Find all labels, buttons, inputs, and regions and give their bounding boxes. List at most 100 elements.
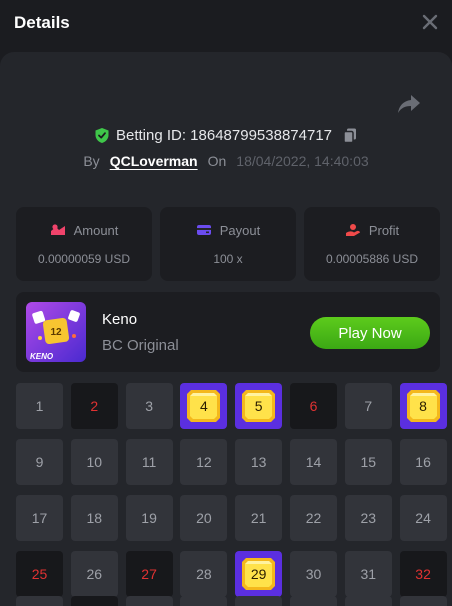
keno-cell-3[interactable]: 3 bbox=[125, 383, 173, 429]
keno-cell-partial bbox=[399, 596, 447, 606]
keno-cell-number: 18 bbox=[86, 510, 103, 526]
keno-cell-number: 8 bbox=[419, 398, 427, 414]
keno-cell-15[interactable]: 15 bbox=[344, 439, 392, 485]
share-button[interactable] bbox=[396, 92, 422, 116]
keno-cell-17[interactable]: 17 bbox=[16, 495, 63, 541]
keno-cell-number: 19 bbox=[141, 510, 157, 526]
keno-cell-number: 2 bbox=[90, 398, 99, 414]
keno-cell-1[interactable]: 1 bbox=[16, 383, 63, 429]
keno-cell-9[interactable]: 9 bbox=[16, 439, 63, 485]
keno-cell-14[interactable]: 14 bbox=[289, 439, 337, 485]
keno-cell-26[interactable]: 26 bbox=[70, 551, 118, 597]
keno-cell-number: 4 bbox=[199, 398, 208, 414]
keno-cell-number: 21 bbox=[250, 510, 267, 526]
keno-cell-4[interactable]: 4 bbox=[180, 383, 228, 429]
keno-cell-8[interactable]: 8 bbox=[399, 383, 447, 429]
profit-icon bbox=[345, 224, 360, 236]
keno-cell-number: 24 bbox=[415, 510, 431, 526]
keno-cell-21[interactable]: 21 bbox=[235, 495, 283, 541]
keno-thumbnail[interactable]: 12 KENO bbox=[26, 302, 86, 362]
keno-cell-number: 20 bbox=[196, 510, 212, 526]
keno-cell-number: 5 bbox=[254, 398, 263, 414]
modal-title: Details bbox=[14, 13, 70, 32]
keno-cell-2[interactable]: 2 bbox=[70, 383, 118, 429]
betting-id-row: Betting ID: 18648799538874717 bbox=[0, 124, 452, 146]
keno-cell-19[interactable]: 19 bbox=[125, 495, 173, 541]
stat-amount-label: Amount bbox=[73, 222, 119, 238]
play-now-button[interactable]: Play Now bbox=[310, 317, 430, 349]
keno-cell-number: 22 bbox=[305, 510, 322, 526]
keno-cell-partial bbox=[289, 596, 337, 606]
game-provider: BC Original bbox=[102, 337, 179, 354]
keno-cell-number: 28 bbox=[196, 566, 212, 582]
bet-author-row: By QCLoverman On 18/04/2022, 14:40:03 bbox=[0, 151, 452, 171]
thumb-number: 12 bbox=[50, 327, 62, 338]
keno-cell-number: 13 bbox=[250, 454, 267, 470]
keno-grid-next-row bbox=[16, 596, 447, 606]
keno-cell-number: 29 bbox=[250, 566, 267, 582]
keno-cell-partial bbox=[235, 596, 283, 606]
keno-cell-24[interactable]: 24 bbox=[399, 495, 447, 541]
keno-cell-25[interactable]: 25 bbox=[16, 551, 63, 597]
stat-payout: Payout 100 x bbox=[160, 207, 296, 281]
stat-profit-label: Profit bbox=[368, 222, 400, 238]
game-name: Keno bbox=[102, 311, 138, 328]
keno-cell-number: 1 bbox=[35, 398, 44, 414]
keno-cell-32[interactable]: 32 bbox=[399, 551, 447, 597]
stat-profit-value: 0.00005886 USD bbox=[325, 251, 419, 266]
keno-cell-6[interactable]: 6 bbox=[289, 383, 337, 429]
keno-cell-number: 17 bbox=[31, 510, 48, 526]
keno-cell-12[interactable]: 12 bbox=[180, 439, 228, 485]
keno-cell-16[interactable]: 16 bbox=[399, 439, 447, 485]
keno-cell-11[interactable]: 11 bbox=[125, 439, 173, 485]
close-icon bbox=[422, 14, 438, 30]
keno-cell-18[interactable]: 18 bbox=[70, 495, 118, 541]
keno-cell-23[interactable]: 23 bbox=[344, 495, 392, 541]
keno-cell-number: 31 bbox=[360, 566, 377, 582]
keno-cell-28[interactable]: 28 bbox=[180, 551, 228, 597]
keno-cell-partial bbox=[16, 596, 63, 606]
keno-cell-5[interactable]: 5 bbox=[235, 383, 283, 429]
wallet-icon bbox=[196, 225, 211, 235]
keno-cell-partial bbox=[70, 596, 118, 606]
keno-cell-number: 30 bbox=[305, 566, 322, 582]
keno-cell-number: 16 bbox=[415, 454, 431, 470]
verified-shield-icon bbox=[95, 127, 109, 143]
keno-cell-number: 12 bbox=[196, 454, 212, 470]
keno-cell-number: 27 bbox=[141, 566, 157, 582]
stat-payout-value: 100 x bbox=[213, 251, 243, 266]
close-button[interactable] bbox=[418, 10, 442, 34]
keno-cell-number: 6 bbox=[309, 398, 318, 414]
keno-cell-27[interactable]: 27 bbox=[125, 551, 173, 597]
keno-cell-10[interactable]: 10 bbox=[70, 439, 118, 485]
keno-number-grid: 1 2 3 4 5 6 7 8 9 10 11 12 13 14 15 16 17 18 19 20 21 22 23 24 2… bbox=[16, 383, 447, 597]
stat-amount: Amount 0.00000059 USD bbox=[16, 207, 152, 281]
share-icon bbox=[398, 95, 420, 113]
keno-cell-partial bbox=[344, 596, 392, 606]
keno-cell-number: 11 bbox=[141, 454, 157, 470]
stat-profit: Profit 0.00005886 USD bbox=[304, 207, 440, 281]
keno-cell-number: 10 bbox=[86, 454, 103, 470]
modal-header: Details bbox=[0, 0, 452, 48]
keno-cell-20[interactable]: 20 bbox=[180, 495, 228, 541]
stat-payout-label: Payout bbox=[219, 222, 261, 238]
game-card: 12 KENO Keno BC Original Play Now bbox=[16, 292, 440, 372]
keno-cell-number: 9 bbox=[35, 454, 44, 470]
keno-cell-13[interactable]: 13 bbox=[235, 439, 283, 485]
on-label: On bbox=[207, 153, 227, 169]
keno-cell-31[interactable]: 31 bbox=[344, 551, 392, 597]
keno-cell-number: 15 bbox=[360, 454, 377, 470]
copy-icon[interactable] bbox=[342, 127, 358, 144]
keno-cell-30[interactable]: 30 bbox=[289, 551, 337, 597]
keno-cell-number: 25 bbox=[31, 566, 48, 582]
keno-cell-number: 3 bbox=[145, 398, 153, 414]
thumb-label: KENO bbox=[30, 352, 54, 361]
keno-cell-29[interactable]: 29 bbox=[235, 551, 283, 597]
stat-amount-value: 0.00000059 USD bbox=[37, 251, 131, 266]
keno-cell-7[interactable]: 7 bbox=[344, 383, 392, 429]
username-link[interactable]: QCLoverman bbox=[110, 153, 198, 169]
keno-cell-number: 14 bbox=[305, 454, 322, 470]
by-label: By bbox=[83, 153, 100, 169]
coins-icon bbox=[50, 224, 65, 235]
keno-cell-22[interactable]: 22 bbox=[289, 495, 337, 541]
